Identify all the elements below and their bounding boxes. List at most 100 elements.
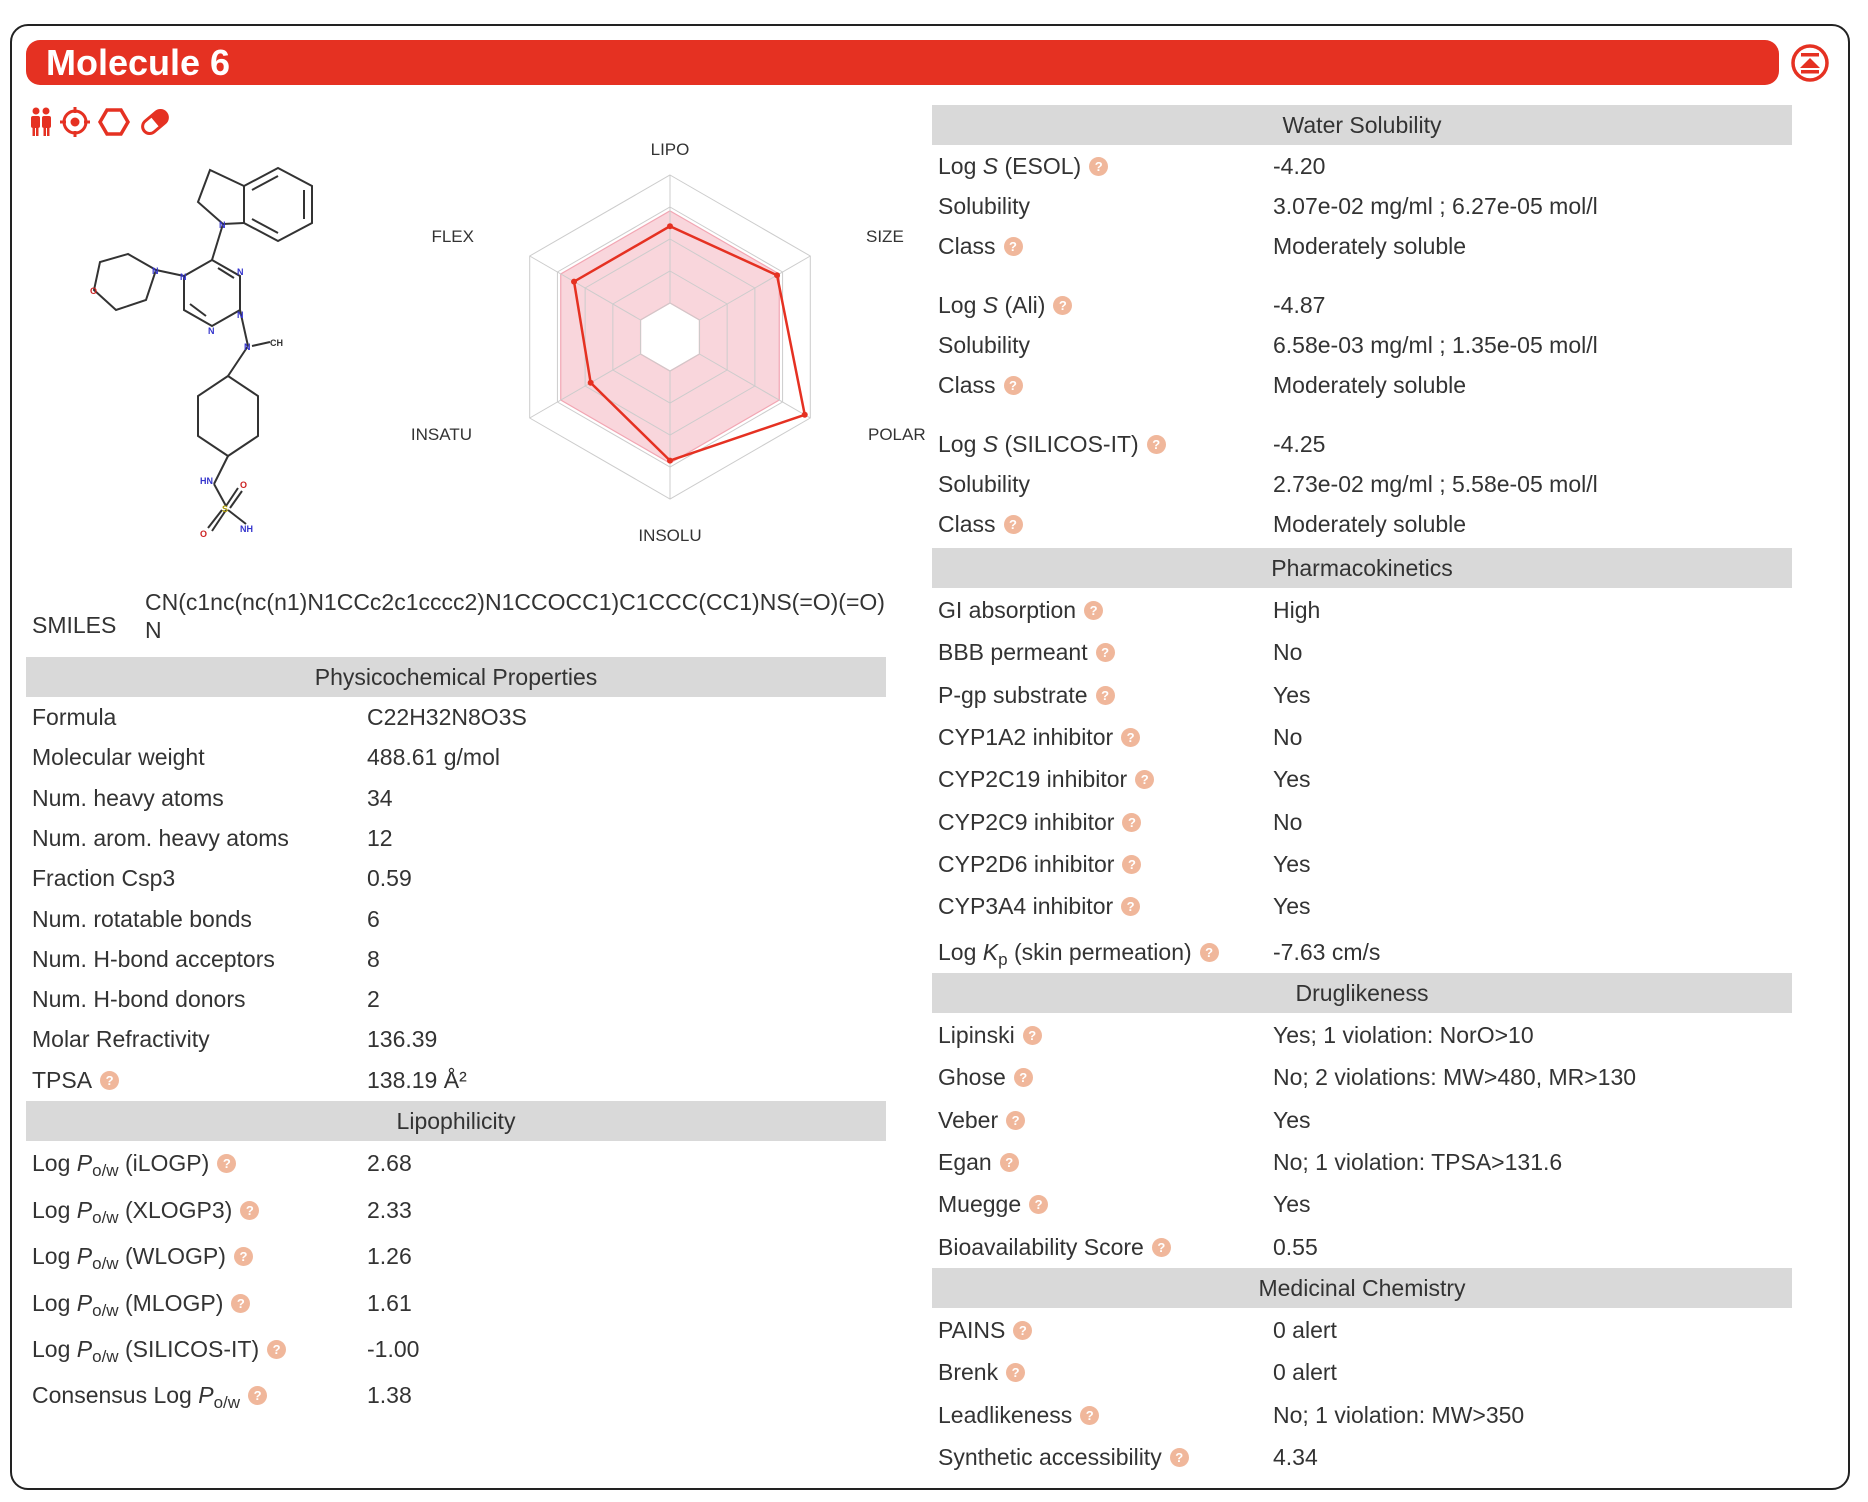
help-icon[interactable]: ?: [1169, 1447, 1189, 1467]
radar-axis-label: INSATU: [411, 425, 472, 444]
help-icon[interactable]: ?: [1053, 296, 1073, 315]
help-icon[interactable]: ?: [1122, 812, 1142, 832]
property-name: Fraction Csp3: [32, 865, 176, 892]
physchem-row-value: C22H32N8O3S: [367, 697, 527, 737]
pk-row: BBB permeant? No: [938, 632, 1793, 672]
property-name: Muegge: [938, 1191, 1022, 1218]
help-icon[interactable]: ?: [1003, 376, 1023, 395]
property-value: 4.34: [1273, 1443, 1318, 1470]
help-icon[interactable]: ?: [1121, 727, 1141, 747]
physchem-row-value: 136.39: [367, 1019, 437, 1059]
help-icon[interactable]: ?: [100, 1070, 120, 1090]
physchem-row: Molar Refractivity 136.39: [32, 1019, 887, 1059]
atom-label-s: S: [222, 504, 228, 514]
help-icon[interactable]: ?: [248, 1386, 268, 1405]
pharmacokinetics-header-title: Pharmacokinetics: [1271, 555, 1453, 581]
help-icon[interactable]: ?: [1084, 601, 1104, 620]
help-icon[interactable]: ?: [267, 1340, 287, 1359]
physchem-row-value: 488.61 g/mol: [367, 737, 500, 777]
molecule-type-icons: [30, 104, 172, 140]
druglikeness-row-value: 0.55: [1273, 1227, 1318, 1267]
p-symbol: P: [76, 1150, 93, 1176]
collapse-top-icon[interactable]: [1790, 43, 1830, 83]
skin-permeation-text: (skin permeation): [1013, 939, 1192, 965]
lipophilicity-row-value: 1.26: [367, 1236, 412, 1276]
pharmacokinetics-header: Pharmacokinetics: [932, 548, 1792, 588]
flexibility-icon[interactable]: [30, 107, 52, 137]
class-row-value: Moderately soluble: [1273, 226, 1466, 266]
pk-row: P-gp substrate? Yes: [938, 675, 1793, 715]
help-icon[interactable]: ?: [1095, 685, 1115, 705]
help-icon[interactable]: ?: [1080, 1405, 1100, 1425]
medchem-row: PAINS? 0 alert: [938, 1310, 1793, 1350]
solubility-header-title: Water Solubility: [1282, 112, 1442, 138]
ow-subscript: o/w: [92, 1347, 119, 1366]
log-s-row-value: -4.25: [1273, 424, 1325, 464]
help-icon[interactable]: ?: [1089, 157, 1109, 176]
property-value: 6.58e-03 mg/ml ; 1.35e-05 mol/l: [1273, 332, 1598, 358]
property-value: C22H32N8O3S: [367, 704, 527, 730]
atom-label-ch3: CH: [270, 338, 283, 348]
pk-row: CYP3A4 inhibitor? Yes: [938, 886, 1793, 926]
solubility-label: Solubility: [938, 471, 1031, 497]
help-icon[interactable]: ?: [1151, 1237, 1171, 1257]
property-value: High: [1273, 597, 1321, 623]
medchem-row: Brenk? 0 alert: [938, 1352, 1793, 1392]
pk-row-label: P-gp substrate?: [938, 675, 1115, 715]
help-icon[interactable]: ?: [1122, 854, 1142, 874]
pk-row-value: Yes: [1273, 675, 1311, 715]
help-icon[interactable]: ?: [240, 1200, 260, 1220]
help-icon[interactable]: ?: [1121, 897, 1141, 917]
help-icon[interactable]: ?: [999, 1152, 1019, 1172]
log-text: Log: [938, 292, 977, 318]
pk-row: GI absorption? High: [938, 590, 1793, 630]
druglikeness-row: Muegge? Yes: [938, 1184, 1793, 1224]
property-name: BBB permeant: [938, 639, 1088, 666]
help-icon[interactable]: ?: [1003, 515, 1023, 534]
physchem-row-label: Num. H-bond donors: [32, 979, 246, 1019]
help-icon[interactable]: ?: [1095, 643, 1115, 663]
p-subscript: p: [998, 950, 1008, 969]
lipophilicity-row-value: 1.61: [367, 1283, 412, 1323]
consensus-row-value: 1.38: [367, 1375, 412, 1415]
property-name: CYP1A2 inhibitor: [938, 723, 1114, 750]
help-icon[interactable]: ?: [1199, 943, 1219, 962]
radar-axis-label: POLAR: [868, 425, 926, 444]
help-icon[interactable]: ?: [1029, 1195, 1049, 1215]
atom-label-hn: HN: [200, 476, 213, 486]
help-icon[interactable]: ?: [233, 1247, 253, 1266]
help-icon[interactable]: ?: [1013, 1321, 1033, 1340]
property-value: -7.63 cm/s: [1273, 939, 1381, 965]
property-value: Yes: [1273, 1106, 1311, 1133]
property-value: 488.61 g/mol: [367, 744, 500, 771]
target-icon[interactable]: [60, 107, 90, 137]
method-name: (XLOGP3): [124, 1196, 233, 1223]
property-value: 138.19 Å²: [367, 1066, 467, 1093]
druglikeness-row-label: Muegge?: [938, 1184, 1049, 1224]
lipophilicity-row: Log Po/w (iLOGP)? 2.68: [32, 1143, 887, 1183]
druglikeness-row-value: Yes; 1 violation: NorO>10: [1273, 1015, 1534, 1055]
physchem-row-label: TPSA?: [32, 1060, 120, 1100]
help-icon[interactable]: ?: [1003, 237, 1023, 256]
pill-icon[interactable]: [138, 106, 172, 138]
help-icon[interactable]: ?: [231, 1293, 251, 1313]
ring-icon[interactable]: [98, 107, 130, 137]
druglikeness-row: Bioavailability Score? 0.55: [938, 1227, 1793, 1267]
atom-label-o: O: [240, 480, 247, 490]
class-row-label: Class?: [938, 504, 1023, 544]
radar-axis-label: INSOLU: [638, 526, 701, 545]
help-icon[interactable]: ?: [217, 1154, 237, 1173]
medchem-row-value: 0 alert: [1273, 1310, 1337, 1350]
help-icon[interactable]: ?: [1013, 1068, 1033, 1088]
method-name: (MLOGP): [124, 1289, 224, 1316]
property-name: Synthetic accessibility: [938, 1443, 1162, 1470]
property-value: 2.33: [367, 1196, 412, 1223]
pk-row-value: No: [1273, 717, 1302, 757]
help-icon[interactable]: ?: [1006, 1363, 1026, 1383]
help-icon[interactable]: ?: [1135, 770, 1155, 790]
help-icon[interactable]: ?: [1006, 1110, 1026, 1130]
atom-label-n: N: [208, 326, 215, 336]
help-icon[interactable]: ?: [1146, 435, 1166, 454]
help-icon[interactable]: ?: [1022, 1026, 1042, 1045]
property-value: No: [1273, 723, 1303, 750]
